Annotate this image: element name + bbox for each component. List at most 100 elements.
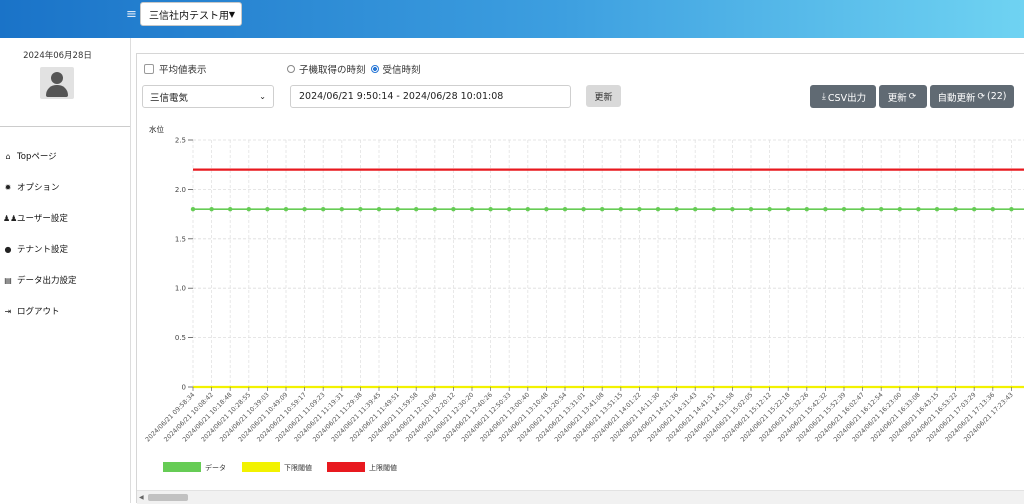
download-icon: ⤓ [821, 91, 826, 102]
data-point [841, 206, 847, 212]
chevron-down-icon: ⌄ [259, 92, 266, 101]
scroll-left-arrow-icon[interactable]: ◀ [139, 494, 144, 501]
data-point [953, 206, 958, 212]
horizontal-scrollbar[interactable]: ◀ [137, 490, 1024, 504]
legend-label: 下限閾値 [284, 463, 312, 472]
file-export-icon: ▤ [4, 275, 12, 285]
time-mode-radio-device[interactable] [287, 65, 295, 73]
data-point [562, 206, 568, 212]
data-point [283, 206, 289, 212]
data-point [972, 206, 977, 212]
sidebar-item-label: データ出力設定 [17, 276, 77, 286]
data-point [228, 206, 233, 212]
data-point [339, 206, 344, 212]
sidebar-item-label: オプション [17, 183, 60, 193]
data-point [302, 206, 307, 212]
chevron-down-icon: ▼ [228, 10, 235, 19]
auto-refresh-button[interactable]: 自動更新 ⟳ (22) [930, 85, 1014, 108]
y-axis-label: 水位 [149, 124, 164, 134]
tenant-select-value: 三信社内テスト用 [149, 10, 229, 22]
data-point [1009, 206, 1014, 212]
data-point [469, 206, 475, 212]
y-tick-label: 2.5 [175, 137, 186, 145]
device-select-value: 三信電気 [150, 92, 189, 104]
data-point [358, 206, 363, 212]
sidebar-item-users[interactable]: ♟♟ ユーザー設定 [3, 210, 68, 226]
time-mode-radio-group: 子機取得の時刻 受信時刻 [287, 62, 421, 76]
data-point [544, 206, 549, 212]
top-header: ≡ 三信社内テスト用 ▼ [0, 0, 1024, 38]
sidebar-nav: ⌂ Topページ ✹ オプション ♟♟ ユーザー設定 ● テナント設定 ▤ デー… [0, 126, 130, 317]
user-icon [51, 72, 63, 84]
sidebar-item-tenant[interactable]: ● テナント設定 [3, 241, 69, 257]
data-point [674, 206, 679, 212]
y-tick-label: 1.5 [175, 235, 186, 243]
gear-icon: ✹ [4, 182, 12, 192]
data-point [414, 206, 419, 212]
sidebar-item-label: テナント設定 [17, 245, 69, 255]
data-point [823, 206, 828, 212]
data-point [432, 206, 437, 212]
avatar[interactable] [40, 67, 74, 99]
data-point [767, 206, 772, 212]
sidebar-item-logout[interactable]: ⇥ ログアウト [3, 303, 60, 319]
data-point [451, 206, 456, 212]
data-point [246, 206, 251, 212]
time-mode-radio-received[interactable] [370, 65, 379, 73]
legend-label: 上限閾値 [369, 463, 397, 472]
refresh-button[interactable]: 更新 ⟳ [879, 85, 927, 108]
data-point [655, 206, 661, 212]
sidebar: 2024年06月28日 ⌂ Topページ ✹ オプション ♟♟ ユーザー設定 ●… [0, 38, 131, 503]
data-point [637, 206, 642, 212]
sidebar-item-top[interactable]: ⌂ Topページ [3, 148, 57, 164]
y-tick-label: 2.0 [175, 186, 186, 194]
device-select[interactable]: 三信電気 ⌄ [142, 85, 274, 108]
data-point [488, 206, 493, 212]
data-point [265, 206, 270, 212]
data-point [209, 206, 214, 212]
time-mode-label-received: 受信時刻 [382, 65, 421, 76]
hamburger-icon[interactable]: ≡ [126, 8, 137, 21]
legend-label: データ [205, 463, 226, 472]
data-point [321, 206, 326, 212]
users-icon: ♟♟ [3, 213, 18, 223]
data-point [804, 206, 809, 212]
data-point [934, 206, 940, 212]
date-range-input[interactable]: 2024/06/21 9:50:14 - 2024/06/28 10:01:08 [290, 85, 571, 108]
data-point [525, 206, 530, 212]
csv-export-button[interactable]: ⤓ CSV出力 [810, 85, 876, 108]
date-range-value: 2024/06/21 9:50:14 - 2024/06/28 10:01:08 [299, 91, 504, 102]
auto-refresh-count: (22) [987, 91, 1007, 102]
data-point [916, 206, 921, 212]
average-label: 平均値表示 [159, 65, 207, 76]
water-level-chart: 水位00.51.01.52.02.52024/06/21 09:58:34202… [144, 124, 1024, 472]
sidebar-item-label: ログアウト [17, 307, 60, 317]
sidebar-item-label: Topページ [17, 152, 57, 162]
apply-button[interactable]: 更新 [586, 85, 621, 107]
y-tick-label: 1.0 [175, 285, 186, 293]
average-toggle[interactable]: 平均値表示 [144, 62, 207, 76]
scrollbar-thumb[interactable] [148, 494, 188, 501]
home-icon: ⌂ [5, 151, 11, 161]
time-mode-label-device: 子機取得の時刻 [299, 65, 366, 76]
data-point [860, 206, 865, 212]
tenant-select[interactable]: 三信社内テスト用 ▼ [140, 2, 242, 26]
refresh-label: 更新 [887, 92, 907, 104]
auto-refresh-label: 自動更新 [937, 92, 976, 104]
data-point [600, 206, 605, 212]
y-tick-label: 0 [182, 384, 186, 392]
sync-icon: ⟳ [977, 91, 986, 102]
map-pin-icon: ● [4, 244, 12, 254]
sidebar-item-data-export[interactable]: ▤ データ出力設定 [3, 272, 77, 288]
logout-icon: ⇥ [4, 306, 12, 316]
data-point [190, 206, 196, 212]
data-point [507, 206, 512, 212]
data-point [395, 206, 400, 212]
average-checkbox[interactable] [144, 64, 154, 74]
data-point [897, 206, 902, 212]
data-point [730, 206, 735, 212]
csv-export-label: CSV出力 [827, 92, 867, 104]
sidebar-item-options[interactable]: ✹ オプション [3, 179, 60, 195]
data-point [786, 206, 791, 212]
data-point [711, 206, 716, 212]
